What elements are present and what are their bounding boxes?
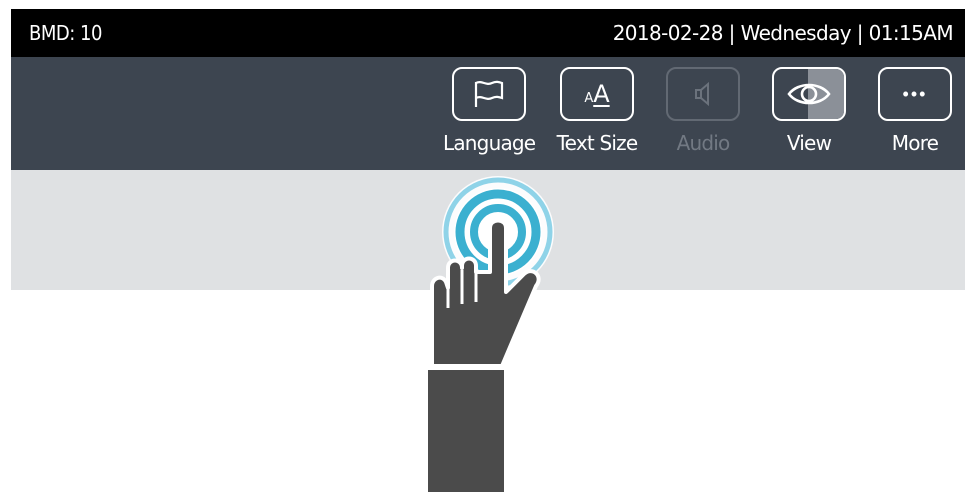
more-label: More (891, 131, 939, 155)
speaker-icon (695, 81, 709, 107)
text-size-small-a: A (584, 91, 594, 106)
audio-label: Audio (676, 131, 731, 155)
audio-button-frame (666, 67, 740, 121)
screen: BMD: 10 2018-02-28 | Wednesday | 01:15AM… (0, 0, 972, 494)
tap-gesture-icon (424, 176, 554, 494)
text-size-label: Text Size (556, 131, 638, 155)
more-dots-icon: ••• (902, 84, 928, 104)
eye-icon (787, 83, 831, 105)
date-time: 2018-02-28 | Wednesday | 01:15AM (612, 21, 954, 45)
device-id: BMD: 10 (29, 21, 102, 45)
audio-button[interactable]: Audio (657, 67, 749, 167)
more-button[interactable]: ••• More (869, 67, 961, 167)
flag-icon (474, 80, 504, 107)
text-size-icon: AA (584, 82, 609, 106)
language-label: Language (443, 131, 536, 155)
view-label: View (786, 131, 832, 155)
text-size-large-a: A (593, 80, 610, 108)
text-size-button[interactable]: AA Text Size (551, 67, 643, 167)
text-size-button-frame: AA (560, 67, 634, 121)
toolbar: Language AA Text Size Audio View ••• Mor… (11, 57, 965, 170)
language-button-frame (452, 67, 526, 121)
language-button[interactable]: Language (443, 67, 536, 167)
more-button-frame: ••• (878, 67, 952, 121)
status-bar: BMD: 10 2018-02-28 | Wednesday | 01:15AM (11, 9, 965, 57)
view-button-frame (772, 67, 846, 121)
view-button[interactable]: View (763, 67, 855, 167)
